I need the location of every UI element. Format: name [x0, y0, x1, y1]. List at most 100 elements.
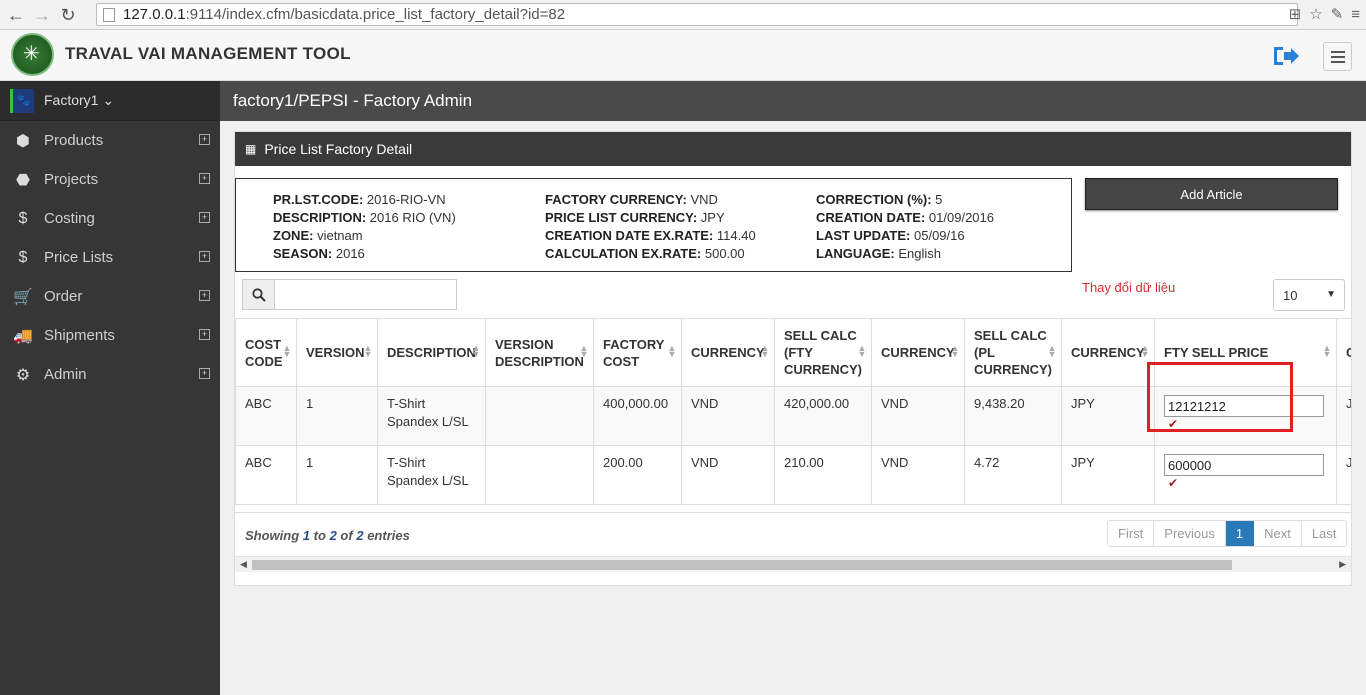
column-header[interactable]: FACTORY COST ▲ ▼ [593, 318, 682, 387]
add-article-button[interactable]: Add Article [1085, 178, 1338, 210]
extension-icon[interactable]: ✎ [1331, 5, 1344, 23]
column-header[interactable]: SELL CALC (PL CURRENCY) ▲ ▼ [964, 318, 1062, 387]
pager-last[interactable]: Last [1301, 521, 1347, 546]
column-header[interactable]: C [1336, 318, 1351, 387]
info-row: LAST UPDATE: 05/09/16 [816, 228, 965, 243]
cell-sell-calc-pl: 4.72 [964, 445, 1062, 505]
page-size-select[interactable]: 10 ▼ [1273, 279, 1345, 311]
sidebar-item-label: Order [44, 288, 83, 305]
expand-icon[interactable]: + [199, 329, 210, 340]
info-column-1: PR.LST.CODE: 2016-RIO-VN DESCRIPTION: 20… [273, 191, 456, 263]
expand-icon[interactable]: + [199, 251, 210, 262]
sidebar-item-costing[interactable]: $ Costing + [0, 199, 220, 238]
table-search [242, 279, 457, 310]
expand-icon[interactable]: + [199, 173, 210, 184]
chrome-menu-icon[interactable]: ≡ [1351, 6, 1360, 23]
table-icon: ▦ [245, 142, 257, 156]
menu-toggle-button[interactable] [1323, 42, 1352, 71]
pager-previous[interactable]: Previous [1154, 521, 1226, 546]
column-header[interactable]: VERSION DESCRIPTION ▲ ▼ [485, 318, 594, 387]
info-row: LANGUAGE: English [816, 246, 941, 261]
sidebar-item-label: Products [44, 132, 104, 149]
pager-next[interactable]: Next [1254, 521, 1302, 546]
back-icon[interactable]: ← [6, 5, 26, 25]
logo [11, 33, 54, 76]
cell-cost-code: ABC [235, 445, 297, 505]
page-icon [103, 7, 115, 22]
app-header: TRAVAL VAI MANAGEMENT TOOL [0, 30, 1366, 81]
column-header[interactable]: VERSION ▲ ▼ [296, 318, 378, 387]
gears-icon: ⚙ [15, 366, 31, 384]
pager-first[interactable]: First [1108, 521, 1155, 546]
column-header[interactable]: DESCRIPTION ▲ ▼ [377, 318, 486, 387]
sidebar-item-products[interactable]: ⬢ Products + [0, 121, 220, 160]
expand-icon[interactable]: + [199, 368, 210, 379]
table-info: Showing 1 to 2 of 2 entries [245, 528, 410, 543]
star-icon[interactable]: ☆ [1309, 5, 1322, 23]
search-icon[interactable] [242, 279, 275, 310]
cell-factory-cost: 400,000.00 [593, 386, 682, 446]
pager-current[interactable]: 1 [1225, 521, 1255, 546]
translate-icon[interactable]: ⊞ [1289, 5, 1302, 23]
expand-icon[interactable]: + [199, 290, 210, 301]
expand-icon[interactable]: + [199, 134, 210, 145]
cubes-icon: ⬣ [16, 171, 30, 189]
column-header[interactable]: SELL CALC (FTY CURRENCY) ▲ ▼ [774, 318, 872, 387]
sidebar-item-shipments[interactable]: 🚚 Shipments + [0, 316, 220, 355]
column-header[interactable]: CURRENCY ▲ ▼ [871, 318, 965, 387]
cell-version: 1 [296, 445, 378, 505]
sidebar-item-label: Admin [44, 366, 87, 383]
cell-sell-calc-fty: 420,000.00 [774, 386, 872, 446]
horizontal-scrollbar[interactable]: ◀ ▶ [235, 556, 1351, 572]
sidebar-item-price-lists[interactable]: $ Price Lists + [0, 238, 220, 277]
price-table: COST CODE ▲ ▼ VERSION ▲ ▼ DESCRIPTION ▲ ▼ VERS… [235, 318, 1351, 505]
scroll-left-icon[interactable]: ◀ [240, 559, 247, 570]
cell-currency: VND [681, 445, 775, 505]
sidebar-item-label: Price Lists [44, 249, 114, 266]
info-row: DESCRIPTION: 2016 RIO (VN) [273, 210, 456, 225]
cell-currency: VND [871, 445, 965, 505]
sidebar-item-order[interactable]: 🛒 Order + [0, 277, 220, 316]
info-row: ZONE: vietnam [273, 228, 363, 243]
scroll-right-icon[interactable]: ▶ [1339, 559, 1346, 570]
sidebar-item-label: Costing [44, 210, 95, 227]
address-bar[interactable]: 127.0.0.1:9114/index.cfm/basicdata.price… [96, 3, 1298, 26]
sidebar-item-label: Shipments [44, 327, 115, 344]
column-header[interactable]: CURRENCY ▲ ▼ [1061, 318, 1155, 387]
caret-down-icon: ▼ [1326, 289, 1336, 300]
table-container: COST CODE ▲ ▼ VERSION ▲ ▼ DESCRIPTION ▲ ▼ VERS… [235, 318, 1351, 506]
url-host: 127.0.0.1 [123, 6, 186, 23]
expand-icon[interactable]: + [199, 212, 210, 223]
column-header[interactable]: CURRENCY ▲ ▼ [681, 318, 775, 387]
divider [235, 512, 1351, 513]
column-header[interactable]: COST CODE ▲ ▼ [235, 318, 297, 387]
cell-version: 1 [296, 386, 378, 446]
info-row: PRICE LIST CURRENCY: JPY [545, 210, 725, 225]
sidebar-item-label: Projects [44, 171, 99, 188]
column-header[interactable]: FTY SELL PRICE ▲ ▼ [1154, 318, 1337, 387]
factory-switcher[interactable]: 🐾 Factory1 ⌄ [0, 81, 220, 121]
logout-icon[interactable] [1272, 44, 1300, 70]
cell-version-description [485, 445, 594, 505]
forward-icon[interactable]: → [32, 5, 52, 25]
change-note: Thay đổi dữ liệu [1082, 280, 1176, 295]
info-row: CORRECTION (%): 5 [816, 192, 943, 207]
cell-sell-calc-pl: 9,438.20 [964, 386, 1062, 446]
check-icon[interactable]: ✔ [1168, 417, 1327, 431]
cell-version-description [485, 386, 594, 446]
check-icon[interactable]: ✔ [1168, 476, 1327, 490]
sidebar-item-projects[interactable]: ⬣ Projects + [0, 160, 220, 199]
fty-sell-price-input[interactable] [1164, 454, 1324, 476]
cell-fty-sell-price: ✔ [1154, 445, 1337, 505]
search-input[interactable] [275, 279, 457, 310]
scrollbar-thumb[interactable] [252, 560, 1232, 570]
info-row: CREATION DATE EX.RATE: 114.40 [545, 228, 756, 243]
cell-fty-sell-price: ✔ [1154, 386, 1337, 446]
sidebar-item-admin[interactable]: ⚙ Admin + [0, 355, 220, 394]
fty-sell-price-input[interactable] [1164, 395, 1324, 417]
info-row: FACTORY CURRENCY: VND [545, 192, 718, 207]
sort-icon: ▲ ▼ [1047, 343, 1057, 359]
cell-currency: VND [871, 386, 965, 446]
info-row: CALCULATION EX.RATE: 500.00 [545, 246, 745, 261]
reload-icon[interactable]: ↻ [58, 5, 78, 25]
